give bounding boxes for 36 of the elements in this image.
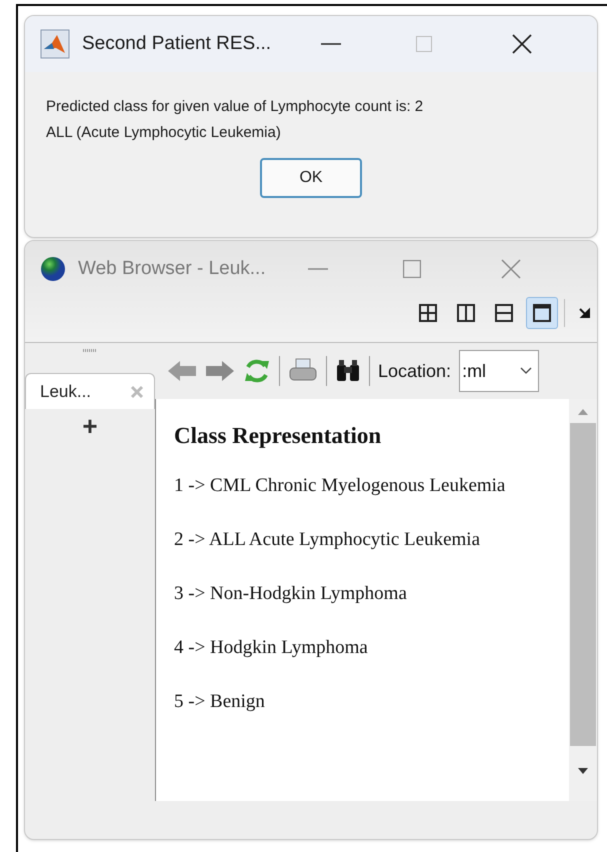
- scroll-up-icon[interactable]: [578, 409, 588, 415]
- refresh-icon[interactable]: [243, 357, 271, 385]
- globe-icon: [40, 256, 66, 282]
- close-icon[interactable]: [512, 34, 532, 54]
- forward-arrow-icon[interactable]: [205, 360, 235, 382]
- new-tab-button[interactable]: +: [76, 411, 104, 441]
- class-item: 5 -> Benign: [174, 690, 266, 714]
- layout-button[interactable]: [526, 297, 558, 329]
- location-label: Location:: [378, 360, 452, 382]
- single-layout-icon: [533, 304, 551, 322]
- class-item: 1 -> CML Chronic Myelogenous Leukemia: [174, 474, 506, 498]
- dialog-message: Predicted class for given value of Lymphocyte count is: 2 ALL (Acute Lymphocytic Leukemia): [45, 97, 424, 143]
- page-heading: Class Representation: [174, 422, 382, 450]
- back-arrow-icon[interactable]: [167, 360, 197, 382]
- columns-layout-icon: [457, 304, 475, 322]
- browser-title: Web Browser - Leuk...: [78, 256, 266, 281]
- scroll-down-icon[interactable]: [578, 768, 588, 774]
- class-item: 3 -> Non-Hodgkin Lymphoma: [174, 582, 408, 606]
- maximize-icon[interactable]: [402, 260, 421, 278]
- class-item: 2 -> ALL Acute Lymphocytic Leukemia: [174, 528, 482, 552]
- app-logo-icon: [40, 29, 70, 59]
- undock-arrow-icon[interactable]: [579, 307, 591, 319]
- browser-tab[interactable]: Leuk...: [25, 373, 155, 409]
- chevron-down-icon: [520, 367, 532, 375]
- dialog-title: Second Patient RES...: [82, 32, 272, 56]
- rows-layout-icon: [495, 304, 513, 322]
- location-field[interactable]: :ml: [459, 350, 540, 392]
- grid-layout-icon: [419, 304, 437, 322]
- class-item: 4 -> Hodgkin Lymphoma: [174, 636, 369, 660]
- ok-button[interactable]: OK: [260, 158, 362, 198]
- scroll-thumb[interactable]: [570, 423, 596, 746]
- binoculars-icon[interactable]: [335, 359, 361, 383]
- close-tab-icon[interactable]: [130, 384, 144, 398]
- grip-icon[interactable]: [83, 349, 97, 353]
- minimize-icon[interactable]: [321, 42, 342, 46]
- maximize-icon: [416, 36, 432, 52]
